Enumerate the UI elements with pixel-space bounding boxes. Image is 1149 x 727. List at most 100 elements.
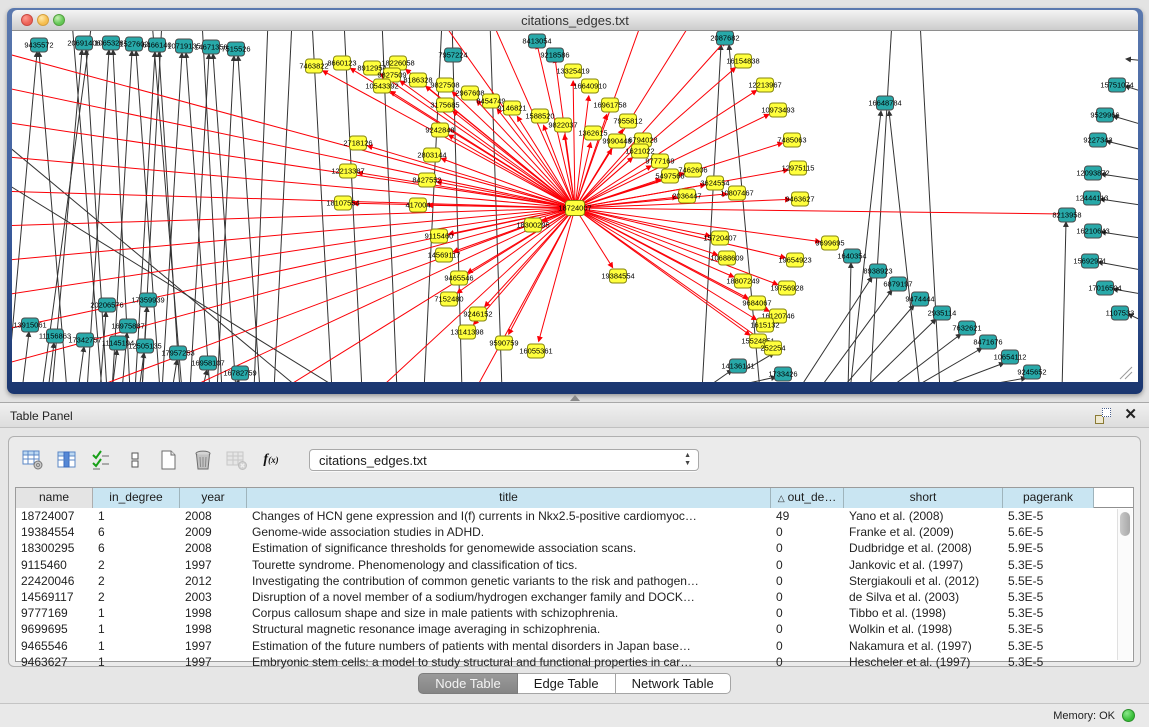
graph-node[interactable]: 15692971 — [1073, 254, 1106, 268]
float-panel-icon[interactable] — [1095, 408, 1111, 424]
table-cell[interactable]: 6 — [93, 540, 180, 556]
graph-node[interactable]: 16210643 — [1076, 224, 1109, 238]
graph-node[interactable]: 9684067 — [742, 296, 771, 310]
column-header-out_de[interactable]: △out_de… — [771, 488, 844, 508]
graph-node[interactable]: 19756928 — [770, 281, 803, 295]
table-cell[interactable]: 0 — [771, 540, 844, 556]
table-row[interactable]: 969969511998Structural magnetic resonanc… — [16, 621, 1133, 637]
table-row[interactable]: 911546021997Tourette syndrome. Phenomeno… — [16, 557, 1133, 573]
graph-node[interactable]: 19654923 — [778, 253, 811, 267]
graph-node[interactable]: 9115460 — [425, 229, 454, 243]
graph-node[interactable]: 9146821 — [497, 101, 526, 115]
graph-node[interactable]: 8413054 — [522, 34, 551, 48]
graph-node[interactable]: 2803144 — [417, 148, 446, 162]
graph-node[interactable]: 10688609 — [710, 251, 743, 265]
table-cell[interactable]: 1997 — [180, 557, 247, 573]
panel-splitter[interactable] — [0, 394, 1149, 402]
graph-node[interactable]: 252254 — [760, 341, 785, 355]
table-cell[interactable]: Franke et al. (2009) — [844, 524, 1003, 540]
table-cell[interactable]: Tibbo et al. (1998) — [844, 605, 1003, 621]
table-cell[interactable]: 0 — [771, 524, 844, 540]
graph-node[interactable]: 8471676 — [973, 335, 1002, 349]
modify-table-icon[interactable] — [21, 448, 45, 472]
graph-node[interactable]: 16958107 — [191, 356, 224, 370]
table-cell[interactable]: 5.3E-5 — [1003, 508, 1094, 524]
table-cell[interactable]: Hescheler et al. (1997) — [844, 654, 1003, 670]
graph-node[interactable]: 14569117 — [428, 248, 461, 262]
table-cell[interactable]: 0 — [771, 638, 844, 654]
table-cell[interactable]: 9465546 — [16, 638, 93, 654]
table-row[interactable]: 1938455462009Genome-wide association stu… — [16, 524, 1133, 540]
graph-node[interactable]: 12975115 — [782, 161, 815, 175]
graph-node[interactable]: 9435572 — [24, 38, 53, 52]
graph-node[interactable]: 17957253 — [161, 346, 194, 360]
graph-node[interactable]: 9463627 — [785, 192, 814, 206]
graph-node[interactable]: 12213967 — [748, 78, 781, 92]
graph-node[interactable]: 7515526 — [221, 42, 250, 56]
graph-node[interactable]: 13141398 — [450, 325, 483, 339]
table-scrollbar[interactable] — [1117, 509, 1132, 660]
table-cell[interactable]: 1998 — [180, 605, 247, 621]
network-graph[interactable]: 9435572206914061065328715276026466140107… — [12, 31, 1138, 382]
table-cell[interactable]: 2008 — [180, 540, 247, 556]
table-cell[interactable]: Investigating the contribution of common… — [247, 573, 771, 589]
table-scrollbar-thumb[interactable] — [1120, 512, 1130, 536]
graph-node[interactable]: 8938923 — [863, 264, 892, 278]
table-cell[interactable]: 5.5E-5 — [1003, 573, 1094, 589]
graph-node[interactable]: 417004 — [405, 198, 430, 212]
graph-node[interactable]: 16782759 — [223, 366, 256, 380]
new-column-icon[interactable] — [157, 448, 181, 472]
graph-node[interactable]: 15720407 — [703, 231, 736, 245]
column-header-short[interactable]: short — [844, 488, 1003, 508]
graph-node[interactable]: 10807467 — [720, 186, 753, 200]
table-cell[interactable]: Wolkin et al. (1998) — [844, 621, 1003, 637]
column-header-title[interactable]: title — [247, 488, 771, 508]
tab-network-table[interactable]: Network Table — [616, 673, 731, 694]
table-row[interactable]: 2242004622012Investigating the contribut… — [16, 573, 1133, 589]
table-cell[interactable]: 1 — [93, 621, 180, 637]
table-cell[interactable]: Embryonic stem cells: a model to study s… — [247, 654, 771, 670]
table-row[interactable]: 977716911998Corpus callosum shape and si… — [16, 605, 1133, 621]
graph-node[interactable]: 2935114 — [928, 306, 957, 320]
graph-node[interactable]: 9227343 — [1083, 133, 1112, 147]
tab-edge-table[interactable]: Edge Table — [518, 673, 616, 694]
graph-node[interactable]: 9245652 — [1017, 365, 1046, 379]
graph-node[interactable]: 2718126 — [343, 136, 372, 150]
table-cell[interactable]: 1997 — [180, 638, 247, 654]
graph-node[interactable]: 12444113 — [1076, 191, 1109, 205]
table-cell[interactable]: 1998 — [180, 621, 247, 637]
graph-node[interactable]: 10543392 — [365, 79, 398, 93]
table-cell[interactable]: 2 — [93, 573, 180, 589]
graph-node[interactable]: 18107554 — [326, 196, 359, 210]
table-cell[interactable]: Tourette syndrome. Phenomenology and cla… — [247, 557, 771, 573]
table-row[interactable]: 1456911722003Disruption of a novel membe… — [16, 589, 1133, 605]
table-cell[interactable]: 49 — [771, 508, 844, 524]
graph-node[interactable]: 16648784 — [868, 96, 901, 110]
graph-node[interactable]: 9777169 — [645, 154, 674, 168]
close-panel-icon[interactable]: ✕ — [1124, 407, 1137, 423]
graph-node[interactable]: 9465546 — [444, 271, 473, 285]
graph-node[interactable]: 7955812 — [613, 114, 642, 128]
table-cell[interactable]: 6 — [93, 524, 180, 540]
graph-node[interactable]: 7463822 — [299, 59, 328, 73]
graph-node[interactable]: 16975887 — [111, 319, 144, 333]
table-cell[interactable]: 2008 — [180, 508, 247, 524]
graph-node[interactable]: 7632621 — [952, 321, 981, 335]
table-cell[interactable]: 0 — [771, 654, 844, 670]
graph-node[interactable]: 9822037 — [548, 118, 577, 132]
graph-node[interactable]: 9590759 — [489, 336, 518, 350]
selection-mode-icon[interactable] — [89, 448, 113, 472]
column-header-year[interactable]: year — [180, 488, 247, 508]
clear-table-icon[interactable] — [225, 448, 249, 472]
graph-node[interactable]: 8427552 — [412, 173, 441, 187]
table-cell[interactable]: 5.3E-5 — [1003, 654, 1094, 670]
graph-node[interactable]: 9246152 — [463, 307, 492, 321]
table-cell[interactable]: 2009 — [180, 524, 247, 540]
graph-node[interactable]: 14136141 — [721, 359, 754, 373]
graph-node[interactable]: 1640354 — [837, 249, 866, 263]
graph-node[interactable]: 2036447 — [672, 189, 701, 203]
delete-column-icon[interactable] — [191, 448, 215, 472]
table-cell[interactable]: 0 — [771, 573, 844, 589]
graph-node[interactable]: 7485063 — [777, 133, 806, 147]
table-cell[interactable]: 2 — [93, 589, 180, 605]
